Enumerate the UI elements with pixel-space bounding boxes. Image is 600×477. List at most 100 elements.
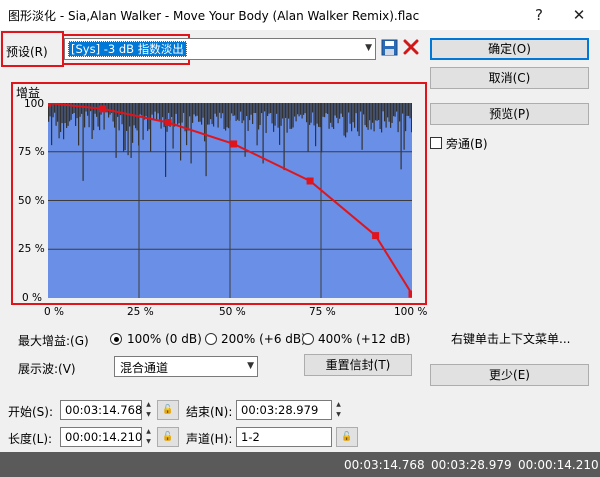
waveform-bar	[316, 103, 318, 124]
delete-icon[interactable]	[403, 39, 419, 55]
chevron-down-icon[interactable]: ▼	[247, 361, 254, 371]
waveform-bar	[240, 103, 242, 112]
spin-up-icon[interactable]: ▲	[144, 400, 153, 410]
preview-button[interactable]: 预览(P)	[430, 103, 589, 125]
waveform-bar	[192, 103, 194, 123]
waveform-bar	[253, 103, 255, 114]
show-wave-dropdown[interactable]: 混合通道 ▼	[114, 356, 258, 377]
start-spinner[interactable]: ▲ ▼	[144, 400, 153, 420]
envelope-point[interactable]	[230, 140, 238, 148]
waveform-bar	[247, 103, 249, 131]
preset-dropdown[interactable]: [Sys] -3 dB 指数淡出 ▼	[64, 38, 376, 60]
waveform-bar	[223, 103, 225, 129]
waveform-bar	[393, 103, 395, 117]
chevron-down-icon[interactable]: ▼	[365, 43, 372, 53]
waveform-bar	[259, 103, 261, 125]
channel-field[interactable]: 1-2	[236, 427, 332, 447]
waveform-bar	[73, 103, 75, 113]
waveform-bar	[243, 103, 245, 121]
envelope-point[interactable]	[372, 232, 380, 240]
max-gain-radio-200[interactable]	[205, 333, 217, 345]
waveform-bar	[187, 103, 189, 131]
waveform-bar	[238, 103, 240, 121]
less-button[interactable]: 更少(E)	[430, 364, 589, 386]
envelope-point[interactable]	[306, 177, 314, 185]
waveform-bar	[387, 103, 389, 118]
envelope-point[interactable]	[99, 105, 107, 113]
waveform-bar	[360, 103, 362, 112]
waveform-bar	[361, 103, 363, 150]
end-field[interactable]: 00:03:28.979	[236, 400, 332, 420]
waveform-bar	[174, 103, 176, 127]
waveform-bar	[205, 103, 207, 177]
spin-up-icon[interactable]: ▲	[144, 427, 153, 437]
waveform-bar	[63, 103, 65, 140]
waveform-bar	[280, 103, 282, 126]
x-tick-label: 0 %	[44, 306, 64, 318]
waveform-bar	[379, 103, 381, 129]
waveform-bar	[231, 103, 233, 114]
waveform-bar	[225, 103, 227, 131]
waveform-bar	[406, 103, 408, 116]
spin-down-icon[interactable]: ▼	[144, 437, 153, 447]
waveform-bar	[309, 103, 311, 125]
waveform-bar	[381, 103, 383, 133]
max-gain-radio-100[interactable]	[110, 333, 122, 345]
waveform-bar	[154, 103, 156, 112]
waveform-bar	[301, 103, 303, 119]
reset-envelope-button[interactable]: 重置信封(T)	[304, 354, 412, 376]
waveform-bar	[130, 103, 132, 158]
waveform-bar	[378, 103, 380, 121]
fade-graph-canvas[interactable]	[48, 103, 412, 298]
waveform-bar	[363, 103, 365, 115]
help-button[interactable]: ?	[526, 3, 552, 27]
ok-button[interactable]: 确定(O)	[430, 38, 589, 60]
start-field[interactable]: 00:03:14.768	[60, 400, 142, 420]
max-gain-radio-400[interactable]	[302, 333, 314, 345]
waveform-bar	[96, 103, 98, 117]
spin-up-icon[interactable]: ▲	[334, 400, 343, 410]
channel-lock-button[interactable]: 🔓	[336, 427, 358, 447]
waveform-bar	[142, 103, 144, 140]
spin-down-icon[interactable]: ▼	[334, 410, 343, 420]
waveform-bar	[156, 103, 158, 122]
end-spinner[interactable]: ▲ ▼	[334, 400, 343, 420]
waveform-bar	[322, 103, 324, 117]
waveform-bar	[153, 103, 155, 120]
envelope-point[interactable]	[408, 290, 413, 298]
waveform-bar	[385, 103, 387, 128]
save-icon[interactable]	[381, 39, 398, 56]
envelope-point[interactable]	[164, 119, 172, 126]
waveform-bar	[246, 103, 248, 117]
close-button[interactable]: ✕	[566, 3, 592, 27]
waveform-bar	[396, 103, 398, 112]
waveform-bar	[66, 103, 68, 129]
envelope-point[interactable]	[48, 103, 52, 107]
waveform-bar	[328, 103, 330, 129]
waveform-bar	[133, 103, 135, 126]
waveform-bar	[333, 103, 335, 129]
waveform-bar	[390, 103, 392, 128]
spin-down-icon[interactable]: ▼	[144, 410, 153, 420]
length-spinner[interactable]: ▲ ▼	[144, 427, 153, 447]
waveform-bar	[177, 103, 179, 125]
waveform-bar	[97, 103, 99, 127]
waveform-bar	[375, 103, 377, 121]
waveform-bar	[372, 103, 374, 123]
start-lock-button[interactable]: 🔓	[157, 400, 179, 420]
waveform-bar	[402, 103, 404, 114]
length-lock-button[interactable]: 🔓	[157, 427, 179, 447]
waveform-bar	[330, 103, 332, 123]
cancel-button[interactable]: 取消(C)	[430, 67, 589, 89]
waveform-bar	[291, 103, 293, 129]
waveform-bar	[310, 103, 312, 123]
waveform-bar	[57, 103, 59, 122]
waveform-bar	[304, 103, 306, 114]
bypass-checkbox[interactable]	[430, 137, 442, 149]
waveform-bar	[171, 103, 173, 118]
waveform-bar	[118, 103, 120, 131]
waveform-bar	[51, 103, 53, 146]
max-gain-option-label: 100% (0 dB)	[127, 332, 202, 346]
length-field[interactable]: 00:00:14.210	[60, 427, 142, 447]
waveform-bar	[81, 103, 83, 114]
